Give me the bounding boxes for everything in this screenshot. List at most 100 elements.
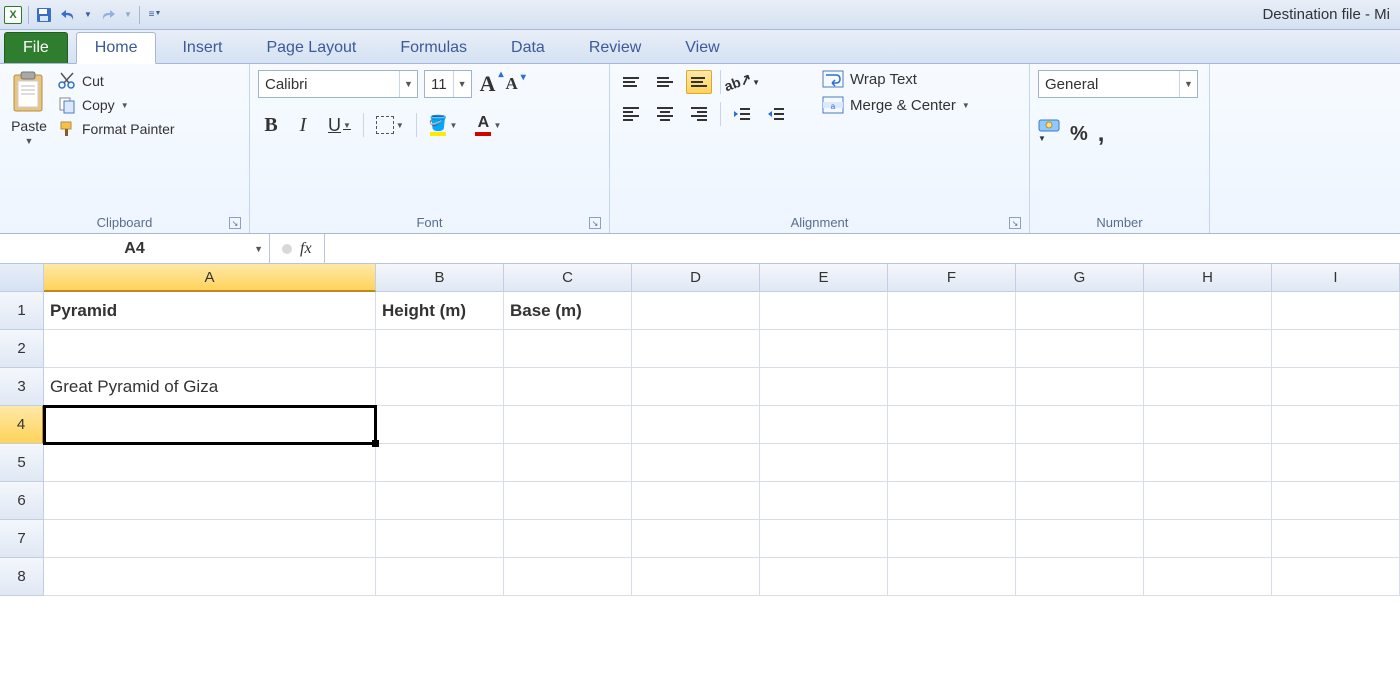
column-header-D[interactable]: D	[632, 264, 760, 292]
font-name-combo[interactable]: Calibri ▼	[258, 70, 418, 98]
undo-dropdown-icon[interactable]: ▼	[83, 6, 93, 24]
chevron-down-icon[interactable]: ▼	[254, 244, 263, 254]
cell-I7[interactable]	[1272, 520, 1400, 558]
cell-D5[interactable]	[632, 444, 760, 482]
cell-F5[interactable]	[888, 444, 1016, 482]
cell-H8[interactable]	[1144, 558, 1272, 596]
cell-B2[interactable]	[376, 330, 504, 368]
underline-button[interactable]: U▼	[322, 110, 357, 140]
font-size-combo[interactable]: 11 ▼	[424, 70, 472, 98]
tab-insert[interactable]: Insert	[164, 33, 240, 63]
cell-D8[interactable]	[632, 558, 760, 596]
chevron-down-icon[interactable]: ▼	[453, 71, 471, 97]
cell-H5[interactable]	[1144, 444, 1272, 482]
cell-B6[interactable]	[376, 482, 504, 520]
cell-E6[interactable]	[760, 482, 888, 520]
tab-page-layout[interactable]: Page Layout	[248, 33, 374, 63]
tab-file[interactable]: File	[4, 32, 68, 63]
row-header-5[interactable]: 5	[0, 444, 44, 482]
chevron-down-icon[interactable]: ▼	[1179, 71, 1197, 97]
alignment-launcher-icon[interactable]: ↘	[1009, 217, 1021, 229]
column-header-B[interactable]: B	[376, 264, 504, 292]
cell-B8[interactable]	[376, 558, 504, 596]
cell-A1[interactable]: Pyramid	[44, 292, 376, 330]
cancel-icon[interactable]	[282, 244, 292, 254]
cell-H6[interactable]	[1144, 482, 1272, 520]
cell-H3[interactable]	[1144, 368, 1272, 406]
cell-A3[interactable]: Great Pyramid of Giza	[44, 368, 376, 406]
name-box[interactable]: A4 ▼	[0, 234, 270, 263]
cell-A8[interactable]	[44, 558, 376, 596]
align-bottom-button[interactable]	[686, 70, 712, 94]
cell-I1[interactable]	[1272, 292, 1400, 330]
cell-C1[interactable]: Base (m)	[504, 292, 632, 330]
paste-button[interactable]: Paste ▼	[8, 70, 50, 146]
cell-G6[interactable]	[1016, 482, 1144, 520]
orientation-button[interactable]: ab↗▼	[729, 70, 755, 94]
copy-dropdown-icon[interactable]: ▼	[121, 101, 129, 110]
cell-E5[interactable]	[760, 444, 888, 482]
cell-F2[interactable]	[888, 330, 1016, 368]
merge-center-button[interactable]: a Merge & Center ▼	[822, 96, 970, 114]
cell-G7[interactable]	[1016, 520, 1144, 558]
cell-C7[interactable]	[504, 520, 632, 558]
cell-I6[interactable]	[1272, 482, 1400, 520]
cell-G8[interactable]	[1016, 558, 1144, 596]
row-header-4[interactable]: 4	[0, 406, 44, 444]
chevron-down-icon[interactable]: ▼	[962, 101, 970, 110]
save-icon[interactable]	[35, 6, 53, 24]
row-header-8[interactable]: 8	[0, 558, 44, 596]
cell-E8[interactable]	[760, 558, 888, 596]
cell-I5[interactable]	[1272, 444, 1400, 482]
decrease-indent-button[interactable]	[729, 102, 755, 126]
cell-I2[interactable]	[1272, 330, 1400, 368]
grow-font-button[interactable]: A▴	[478, 71, 498, 97]
tab-review[interactable]: Review	[571, 33, 659, 63]
cell-F8[interactable]	[888, 558, 1016, 596]
accounting-format-button[interactable]: ▼	[1038, 116, 1060, 152]
cell-F4[interactable]	[888, 406, 1016, 444]
cell-I4[interactable]	[1272, 406, 1400, 444]
cell-D4[interactable]	[632, 406, 760, 444]
cell-F6[interactable]	[888, 482, 1016, 520]
bold-button[interactable]: B	[258, 110, 284, 140]
row-header-3[interactable]: 3	[0, 368, 44, 406]
cut-button[interactable]: Cut	[58, 72, 175, 90]
insert-function-button[interactable]: fx	[300, 240, 312, 258]
cell-C5[interactable]	[504, 444, 632, 482]
fill-color-button[interactable]: 🪣 ▼	[423, 110, 464, 140]
cell-E3[interactable]	[760, 368, 888, 406]
cell-A4[interactable]	[44, 406, 376, 444]
align-left-button[interactable]	[618, 102, 644, 126]
row-header-7[interactable]: 7	[0, 520, 44, 558]
tab-home[interactable]: Home	[76, 32, 157, 64]
chevron-down-icon[interactable]: ▼	[399, 71, 417, 97]
cell-H2[interactable]	[1144, 330, 1272, 368]
cell-C8[interactable]	[504, 558, 632, 596]
wrap-text-button[interactable]: Wrap Text	[822, 70, 970, 88]
cell-B1[interactable]: Height (m)	[376, 292, 504, 330]
cell-A2[interactable]	[44, 330, 376, 368]
redo-dropdown-icon[interactable]: ▼	[123, 6, 133, 24]
row-header-6[interactable]: 6	[0, 482, 44, 520]
column-header-E[interactable]: E	[760, 264, 888, 292]
column-header-I[interactable]: I	[1272, 264, 1400, 292]
redo-icon[interactable]	[99, 6, 117, 24]
borders-button[interactable]: ▼	[370, 110, 410, 140]
cell-D6[interactable]	[632, 482, 760, 520]
clipboard-launcher-icon[interactable]: ↘	[229, 217, 241, 229]
cell-I8[interactable]	[1272, 558, 1400, 596]
cell-I3[interactable]	[1272, 368, 1400, 406]
cell-A5[interactable]	[44, 444, 376, 482]
italic-button[interactable]: I	[290, 110, 316, 140]
cell-F3[interactable]	[888, 368, 1016, 406]
column-header-G[interactable]: G	[1016, 264, 1144, 292]
cell-B3[interactable]	[376, 368, 504, 406]
cell-F1[interactable]	[888, 292, 1016, 330]
cell-E1[interactable]	[760, 292, 888, 330]
cell-H4[interactable]	[1144, 406, 1272, 444]
tab-formulas[interactable]: Formulas	[382, 33, 485, 63]
column-header-F[interactable]: F	[888, 264, 1016, 292]
shrink-font-button[interactable]: A▾	[503, 74, 519, 94]
cell-C3[interactable]	[504, 368, 632, 406]
